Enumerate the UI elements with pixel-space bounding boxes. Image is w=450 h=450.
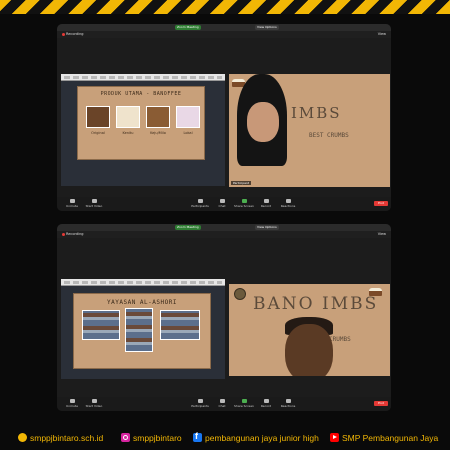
microphone-icon: [69, 199, 75, 203]
participant-face: [247, 102, 279, 142]
participant-name-tag: Participant: [231, 181, 252, 185]
video-button[interactable]: Start Video: [81, 399, 107, 408]
participants-icon: [197, 199, 203, 203]
record-dot-icon: [62, 32, 65, 36]
product-image: [176, 106, 200, 128]
reactions-icon: [285, 199, 291, 203]
reactions-button[interactable]: Reactions: [275, 399, 301, 408]
microphone-icon: [69, 399, 75, 403]
slide-title: YAYASAN AL-ASHORI: [107, 299, 177, 306]
view-button[interactable]: View: [378, 32, 386, 36]
meeting-title-pill[interactable]: Zoom Meeting: [175, 25, 201, 30]
ppt-toolbar: [61, 279, 225, 286]
product-image: [86, 106, 110, 128]
ppt-toolbar: [61, 74, 225, 81]
participant-video[interactable]: BANO IMBS BEST CRUMBS: [229, 284, 390, 376]
reactions-icon: [285, 399, 291, 403]
brand-logo: [234, 288, 246, 300]
recording-bar: Recording View: [57, 231, 391, 238]
zoom-window-2: Zoom Meeting View Options Recording View…: [57, 224, 391, 411]
share-screen-icon: [241, 199, 247, 203]
social-footer: smppjbintaro.sch.id smppjbintaro pembang…: [0, 424, 450, 450]
slide-produk-utama: PRODUK UTAMA - BANOFFEE Original Kenitu …: [77, 86, 205, 160]
end-meeting-button[interactable]: End: [374, 401, 388, 406]
brand-word: BANO IMBS: [253, 294, 379, 314]
title-bar: Zoom Meeting View Options: [57, 24, 391, 31]
video-button[interactable]: Start Video: [81, 199, 107, 208]
camera-icon: [91, 199, 97, 203]
event-photo: [125, 308, 153, 352]
facebook-link[interactable]: pembangunan jaya junior high: [193, 431, 319, 443]
product-caption: Kenitu: [122, 131, 134, 135]
slide-yayasan: YAYASAN AL-ASHORI: [73, 293, 211, 369]
toolbar-icons: [64, 281, 222, 284]
end-meeting-button[interactable]: End: [374, 201, 388, 206]
product-caption: Keju/Milo: [150, 131, 166, 135]
product-card: Kenitu: [116, 106, 140, 135]
product-caption: Original: [91, 131, 105, 135]
brand-word: IMBS: [291, 104, 342, 122]
globe-icon: [18, 433, 27, 442]
chat-icon: [219, 399, 225, 403]
toolbar-icons: [64, 76, 222, 79]
view-button[interactable]: View: [378, 232, 386, 236]
instagram-link[interactable]: smppjbintaro: [121, 432, 182, 443]
youtube-link[interactable]: SMP Pembangunan Jaya: [330, 432, 438, 443]
product-card: Original: [86, 106, 110, 135]
shared-screen: YAYASAN AL-ASHORI: [61, 279, 225, 379]
record-dot-icon: [62, 232, 65, 236]
shared-screen: PRODUK UTAMA - BANOFFEE Original Kenitu …: [61, 74, 225, 186]
chat-icon: [219, 199, 225, 203]
website-link[interactable]: smppjbintaro.sch.id: [18, 432, 103, 443]
product-caption: Lokal: [183, 131, 193, 135]
facebook-icon: [193, 431, 202, 442]
meeting-controls: Unmute Start Video Participants Chat Sha…: [57, 397, 391, 411]
recording-bar: Recording View: [57, 31, 391, 38]
record-icon: [263, 399, 269, 403]
youtube-icon: [330, 433, 339, 442]
title-bar: Zoom Meeting View Options: [57, 224, 391, 231]
recording-label: Recording: [66, 232, 84, 236]
event-photo: [82, 310, 120, 340]
brand-subtitle: BEST CRUMBS: [309, 132, 349, 139]
record-icon: [263, 199, 269, 203]
participant-video[interactable]: IMBS BEST CRUMBS Participant: [229, 74, 390, 187]
meeting-title-pill[interactable]: Zoom Meeting: [175, 225, 201, 230]
slide-title: PRODUK UTAMA - BANOFFEE: [100, 91, 182, 97]
meeting-controls: Unmute Start Video Participants Chat Sha…: [57, 197, 391, 211]
product-image: [146, 106, 170, 128]
product-card: Keju/Milo: [146, 106, 170, 135]
product-card: Lokal: [176, 106, 200, 135]
share-screen-icon: [241, 399, 247, 403]
recording-label: Recording: [66, 32, 84, 36]
camera-icon: [91, 399, 97, 403]
product-image: [116, 106, 140, 128]
instagram-icon: [121, 433, 130, 442]
zoom-window-1: Zoom Meeting View Options Recording View…: [57, 24, 391, 211]
view-options-button[interactable]: View Options: [255, 225, 279, 230]
recording-indicator[interactable]: Recording: [62, 232, 84, 236]
view-options-button[interactable]: View Options: [255, 25, 279, 30]
participant-face: [285, 324, 333, 376]
participants-icon: [197, 399, 203, 403]
event-photo: [160, 310, 200, 340]
recording-indicator[interactable]: Recording: [62, 32, 84, 36]
reactions-button[interactable]: Reactions: [275, 199, 301, 208]
hazard-stripe-top: [0, 0, 450, 14]
